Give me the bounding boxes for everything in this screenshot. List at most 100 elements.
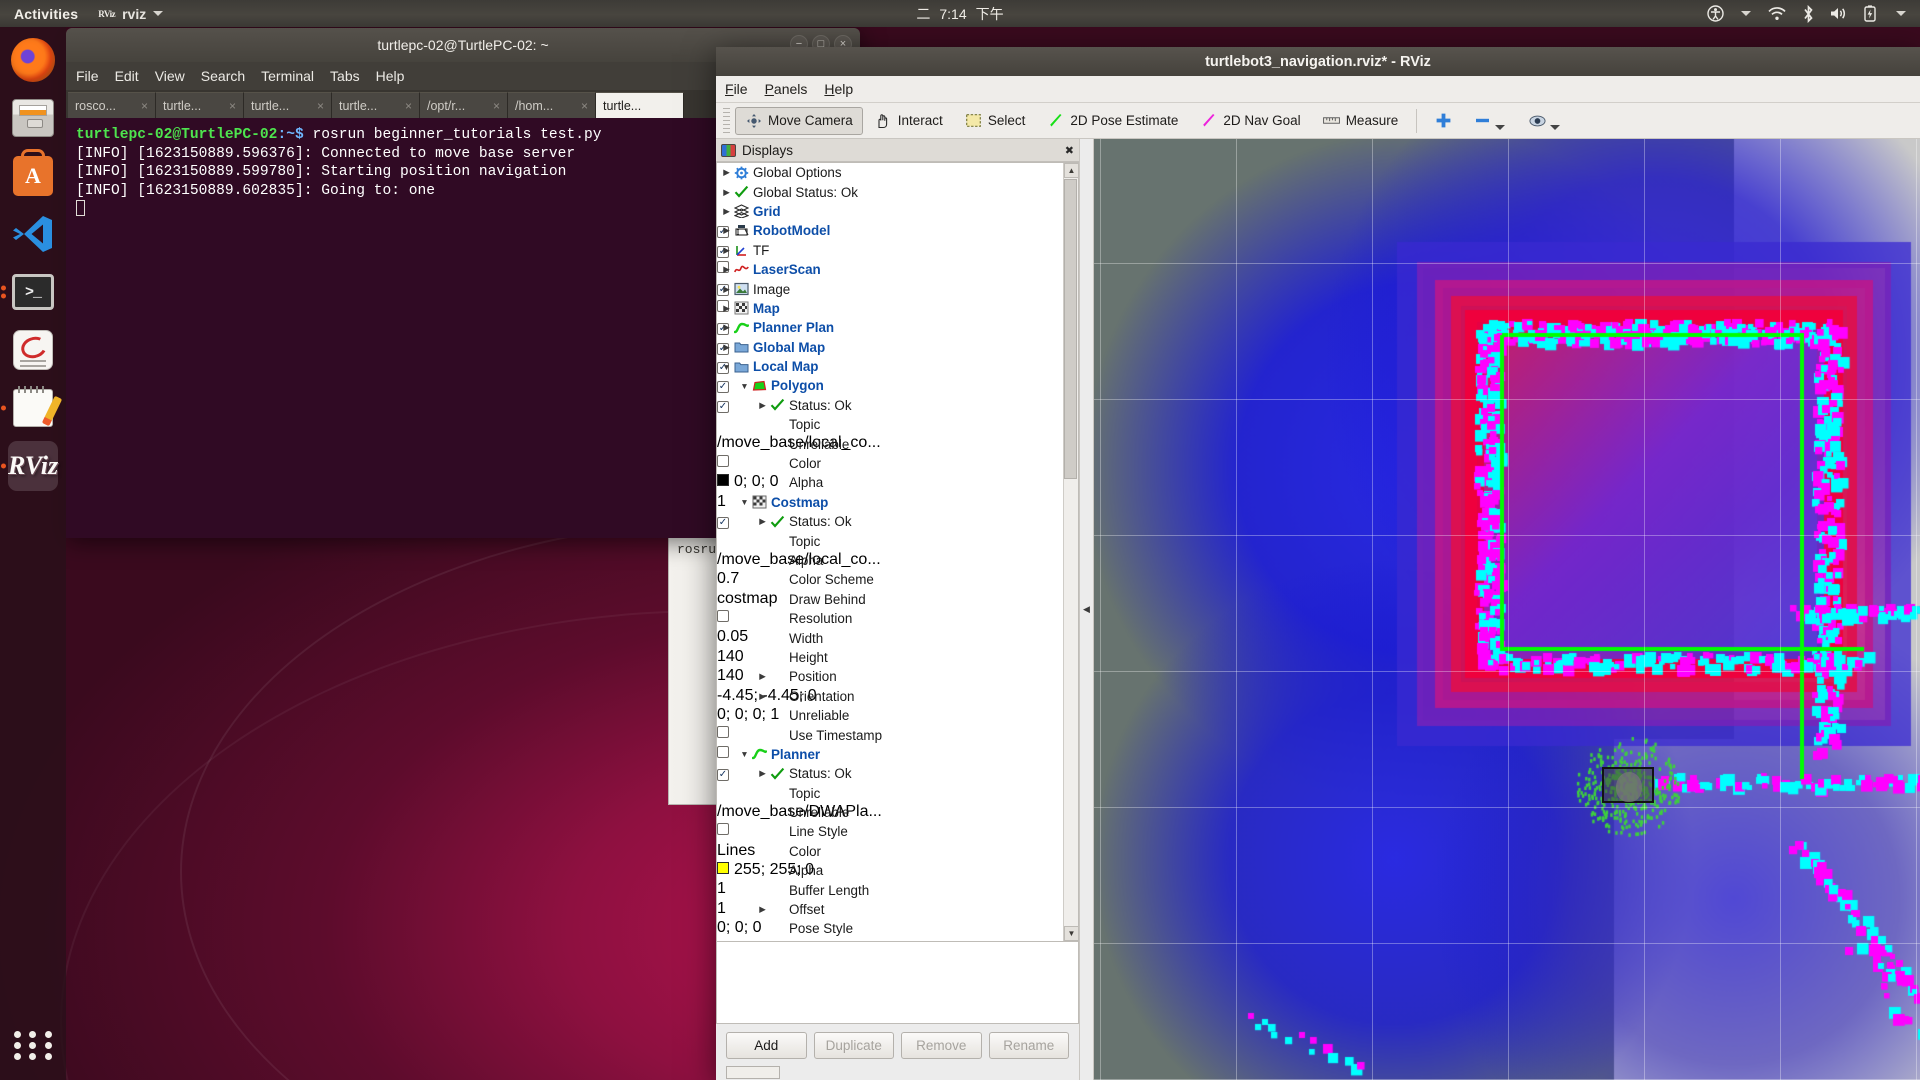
- displays-tree[interactable]: ▶ Global Options ▶ Global Status: Ok ▶ Grid ✓ ▶…: [716, 162, 1079, 942]
- displays-tree-row[interactable]: ▶Color0; 0; 0: [717, 454, 1078, 473]
- chevron-down-icon[interactable]: [1550, 125, 1560, 130]
- remove-tool-button[interactable]: [1464, 107, 1517, 135]
- displays-tree-row[interactable]: ▶Topic/move_base/local_co...: [717, 531, 1078, 550]
- displays-tree-row[interactable]: ▶Unreliable: [717, 803, 1078, 822]
- displays-tree-row[interactable]: ▶Alpha0.7: [717, 551, 1078, 570]
- interact-tool[interactable]: Interact: [865, 107, 953, 135]
- menu-panels[interactable]: Panels: [765, 81, 808, 97]
- menu-tabs[interactable]: Tabs: [330, 68, 360, 84]
- displays-tree-row[interactable]: ▶ TF: [717, 241, 1078, 260]
- displays-tree-row[interactable]: ▶Unreliable: [717, 706, 1078, 725]
- menu-terminal[interactable]: Terminal: [261, 68, 314, 84]
- remove-display-button[interactable]: Remove: [901, 1032, 982, 1059]
- clock-menu[interactable]: 二 7:14 下午: [916, 4, 1003, 24]
- dock-item-firefox[interactable]: [8, 35, 58, 85]
- triangle-down-icon[interactable]: ▼: [738, 749, 751, 759]
- triangle-right-icon[interactable]: ▶: [756, 516, 769, 527]
- add-display-button[interactable]: Add: [726, 1032, 807, 1059]
- terminal-tab[interactable]: rosco... ×: [68, 92, 156, 118]
- triangle-down-icon[interactable]: ▼: [738, 381, 751, 391]
- close-icon[interactable]: ×: [405, 99, 412, 113]
- terminal-tab-active[interactable]: turtle...: [596, 92, 684, 118]
- triangle-down-icon[interactable]: ▼: [720, 362, 733, 372]
- displays-tree-row[interactable]: ▶ Grid ✓: [717, 202, 1078, 221]
- displays-tree-row[interactable]: ▶ Offset 0; 0; 0: [717, 900, 1078, 919]
- displays-tree-row[interactable]: ▶ Map ✓: [717, 299, 1078, 318]
- scrollbar-thumb[interactable]: [1064, 179, 1077, 479]
- active-app-menu[interactable]: RViz rviz: [90, 6, 171, 22]
- triangle-right-icon[interactable]: ▶: [720, 167, 733, 178]
- add-tool-button[interactable]: [1425, 107, 1462, 135]
- close-icon[interactable]: ×: [493, 99, 500, 113]
- terminal-tab[interactable]: /hom... ×: [508, 92, 596, 118]
- menu-view[interactable]: View: [155, 68, 185, 84]
- close-icon[interactable]: ×: [141, 99, 148, 113]
- triangle-right-icon[interactable]: ▶: [720, 342, 733, 353]
- displays-tree-row[interactable]: ▶Unreliable: [717, 434, 1078, 453]
- triangle-right-icon[interactable]: ▶: [756, 671, 769, 682]
- triangle-right-icon[interactable]: ▶: [756, 400, 769, 411]
- displays-tree-row[interactable]: ▶Topic/move_base/local_co...: [717, 415, 1078, 434]
- displays-tree-row[interactable]: ▶Height140: [717, 648, 1078, 667]
- displays-tree-row[interactable]: ▶ Orientation 0; 0; 0; 1: [717, 687, 1078, 706]
- triangle-right-icon[interactable]: ▶: [720, 284, 733, 295]
- displays-tree-row[interactable]: ▶ Global Options: [717, 163, 1078, 182]
- triangle-right-icon[interactable]: ▶: [756, 904, 769, 915]
- displays-tree-row[interactable]: ▶Alpha1: [717, 861, 1078, 880]
- wifi-icon[interactable]: [1768, 5, 1786, 23]
- displays-tree-row[interactable]: ▶Width140: [717, 628, 1078, 647]
- displays-tree-row[interactable]: ▼ Polygon ✓: [717, 376, 1078, 395]
- triangle-right-icon[interactable]: ▶: [720, 264, 733, 275]
- close-icon[interactable]: ×: [229, 99, 236, 113]
- measure-tool[interactable]: Measure: [1313, 107, 1409, 135]
- accessibility-icon[interactable]: [1706, 5, 1724, 23]
- triangle-right-icon[interactable]: ▶: [720, 206, 733, 217]
- displays-tree-row[interactable]: ▶Buffer Length1: [717, 880, 1078, 899]
- displays-tree-row[interactable]: ▶Color255; 255; 0: [717, 842, 1078, 861]
- triangle-down-icon[interactable]: ▼: [738, 497, 751, 507]
- duplicate-display-button[interactable]: Duplicate: [814, 1032, 895, 1059]
- nav-goal-tool[interactable]: 2D Nav Goal: [1190, 107, 1310, 135]
- displays-tree-row[interactable]: ▶ Planner Plan ✓: [717, 318, 1078, 337]
- menu-search[interactable]: Search: [201, 68, 245, 84]
- displays-scrollbar[interactable]: ▲ ▼: [1063, 163, 1078, 941]
- displays-tree-row[interactable]: ▶ RobotModel ✓: [717, 221, 1078, 240]
- triangle-right-icon[interactable]: ▶: [720, 187, 733, 198]
- close-icon[interactable]: ×: [317, 99, 324, 113]
- rename-display-button[interactable]: Rename: [989, 1032, 1070, 1059]
- displays-tree-row[interactable]: ▶Draw Behind: [717, 590, 1078, 609]
- dock-item-vscode[interactable]: [8, 209, 58, 259]
- terminal-tab[interactable]: /opt/r... ×: [420, 92, 508, 118]
- menu-file[interactable]: FFileile: [725, 81, 748, 97]
- displays-tree-row[interactable]: ▶ Position -4.45; -4.45; 0: [717, 667, 1078, 686]
- displays-tree-row[interactable]: ▶Resolution0.05: [717, 609, 1078, 628]
- focus-camera-button[interactable]: [1519, 107, 1572, 135]
- terminal-tab[interactable]: turtle... ×: [332, 92, 420, 118]
- terminal-tab[interactable]: turtle... ×: [156, 92, 244, 118]
- move-camera-tool[interactable]: Move Camera: [735, 107, 863, 135]
- displays-tree-row[interactable]: ▶Topic/move_base/DWAPla...: [717, 784, 1078, 803]
- dock-item-document-viewer[interactable]: [8, 325, 58, 375]
- displays-tree-row[interactable]: ▶Line StyleLines: [717, 822, 1078, 841]
- show-applications-button[interactable]: [12, 1024, 54, 1066]
- pose-estimate-tool[interactable]: 2D Pose Estimate: [1037, 107, 1188, 135]
- select-tool[interactable]: Select: [955, 107, 1036, 135]
- close-icon[interactable]: ✖: [1065, 144, 1074, 157]
- triangle-right-icon[interactable]: ▶: [720, 303, 733, 314]
- terminal-tab[interactable]: turtle... ×: [244, 92, 332, 118]
- displays-tree-row[interactable]: ▶ Global Status: Ok: [717, 182, 1078, 201]
- activities-button[interactable]: Activities: [0, 6, 90, 22]
- displays-tree-row[interactable]: ▶ LaserScan ✓: [717, 260, 1078, 279]
- scroll-down-arrow[interactable]: ▼: [1064, 926, 1079, 941]
- triangle-right-icon[interactable]: ▶: [756, 691, 769, 702]
- chevron-down-icon[interactable]: [1495, 125, 1505, 130]
- dock-item-rviz[interactable]: RViz: [8, 441, 58, 491]
- displays-tree-row[interactable]: ▼ Local Map ✓: [717, 357, 1078, 376]
- triangle-right-icon[interactable]: ▶: [720, 322, 733, 333]
- menu-file[interactable]: File: [76, 68, 99, 84]
- dock-item-files[interactable]: [8, 93, 58, 143]
- triangle-right-icon[interactable]: ▶: [720, 245, 733, 256]
- scroll-up-arrow[interactable]: ▲: [1064, 163, 1079, 178]
- displays-tree-row[interactable]: ▶ Status: Ok: [717, 512, 1078, 531]
- triangle-right-icon[interactable]: ▶: [756, 768, 769, 779]
